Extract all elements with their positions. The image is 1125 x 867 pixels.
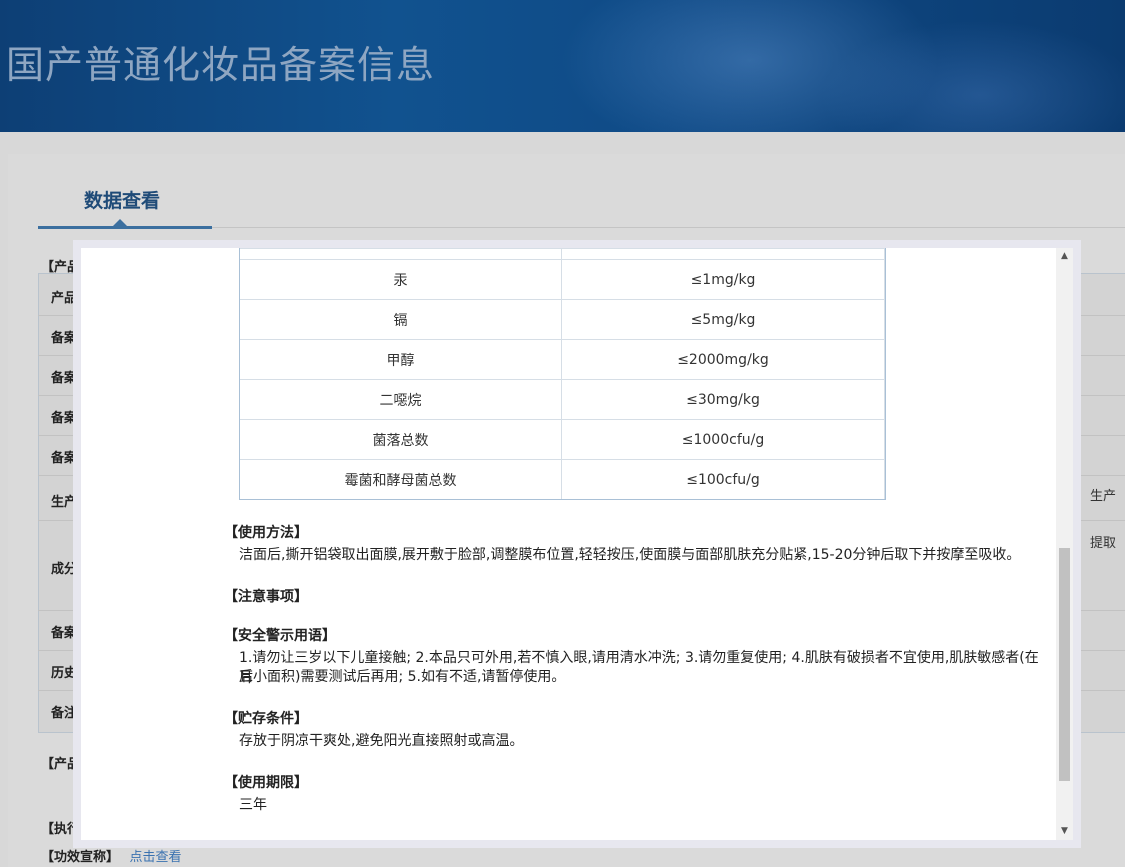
table-row: 甲醇 ≤2000mg/kg — [239, 339, 885, 380]
scrollbar-thumb[interactable] — [1059, 548, 1070, 781]
detail-modal: 汞 ≤1mg/kg 镉 ≤5mg/kg 甲醇 ≤2000mg/kg 二噁烷 ≤3… — [73, 240, 1081, 848]
tab-data-view[interactable]: 数据查看 — [84, 186, 160, 213]
table-cell-limit: ≤100cfu/g — [561, 459, 885, 500]
table-cell-item: 镉 — [239, 299, 562, 340]
modal-body: 汞 ≤1mg/kg 镉 ≤5mg/kg 甲醇 ≤2000mg/kg 二噁烷 ≤3… — [81, 248, 1073, 840]
efficacy-view-link[interactable]: 点击查看 — [130, 850, 182, 865]
page-title: 国产普通化妆品备案信息 — [6, 43, 436, 87]
table-row: 汞 ≤1mg/kg — [239, 259, 885, 300]
warning-body-line2: 后小面积)需要测试后再用; 5.如有不适,请暂停使用。 — [239, 669, 566, 685]
table-cell-item: 汞 — [239, 259, 562, 300]
table-cell-item: 甲醇 — [239, 339, 562, 380]
divider — [212, 227, 1125, 228]
background-text-fragment: 生产 — [1090, 489, 1117, 504]
shelf-life-title: 【使用期限】 — [224, 775, 308, 791]
modal-scroll-content[interactable]: 汞 ≤1mg/kg 镉 ≤5mg/kg 甲醇 ≤2000mg/kg 二噁烷 ≤3… — [81, 248, 1056, 840]
table-cell-limit: ≤1000cfu/g — [561, 419, 885, 460]
storage-body: 存放于阴凉干爽处,避免阳光直接照射或高温。 — [239, 733, 524, 749]
shelf-life-body: 三年 — [239, 797, 267, 813]
scroll-up-icon[interactable]: ▲ — [1056, 248, 1073, 265]
header-banner: 国产普通化妆品备案信息 — [0, 0, 1125, 132]
tab-indicator-arrow — [113, 219, 127, 226]
table-cell-item: 霉菌和酵母菌总数 — [239, 459, 562, 500]
table-cell-limit: ≤1mg/kg — [561, 259, 885, 300]
scroll-down-icon[interactable]: ▼ — [1056, 823, 1073, 840]
table-cell-item: 二噁烷 — [239, 379, 562, 420]
usage-body: 洁面后,撕开铝袋取出面膜,展开敷于脸部,调整膜布位置,轻轻按压,使面膜与面部肌肤… — [239, 547, 1021, 563]
table-cell-limit: ≤2000mg/kg — [561, 339, 885, 380]
background-text-fragment: 提取 — [1090, 536, 1117, 551]
efficacy-claim-title: 【功效宣称】 — [41, 850, 120, 865]
storage-title: 【贮存条件】 — [224, 711, 308, 727]
table-row: 镉 ≤5mg/kg — [239, 299, 885, 340]
table-cell-limit: ≤30mg/kg — [561, 379, 885, 420]
tab-underline — [38, 226, 212, 229]
table-cell-limit: ≤5mg/kg — [561, 299, 885, 340]
efficacy-claim-label: 【功效宣称】 点击查看 — [41, 846, 182, 865]
usage-title: 【使用方法】 — [224, 525, 308, 541]
table-row: 菌落总数 ≤1000cfu/g — [239, 419, 885, 460]
vertical-scrollbar[interactable]: ▲ ▼ — [1056, 248, 1073, 840]
table-cell — [561, 248, 885, 260]
table-row: 二噁烷 ≤30mg/kg — [239, 379, 885, 420]
table-row: 霉菌和酵母菌总数 ≤100cfu/g — [239, 459, 885, 500]
notes-title: 【注意事项】 — [224, 589, 308, 605]
table-cell-item: 菌落总数 — [239, 419, 562, 460]
table-cell — [239, 248, 562, 260]
warning-title: 【安全警示用语】 — [224, 628, 336, 644]
table-row — [239, 248, 885, 260]
limits-table: 汞 ≤1mg/kg 镉 ≤5mg/kg 甲醇 ≤2000mg/kg 二噁烷 ≤3… — [239, 248, 885, 500]
